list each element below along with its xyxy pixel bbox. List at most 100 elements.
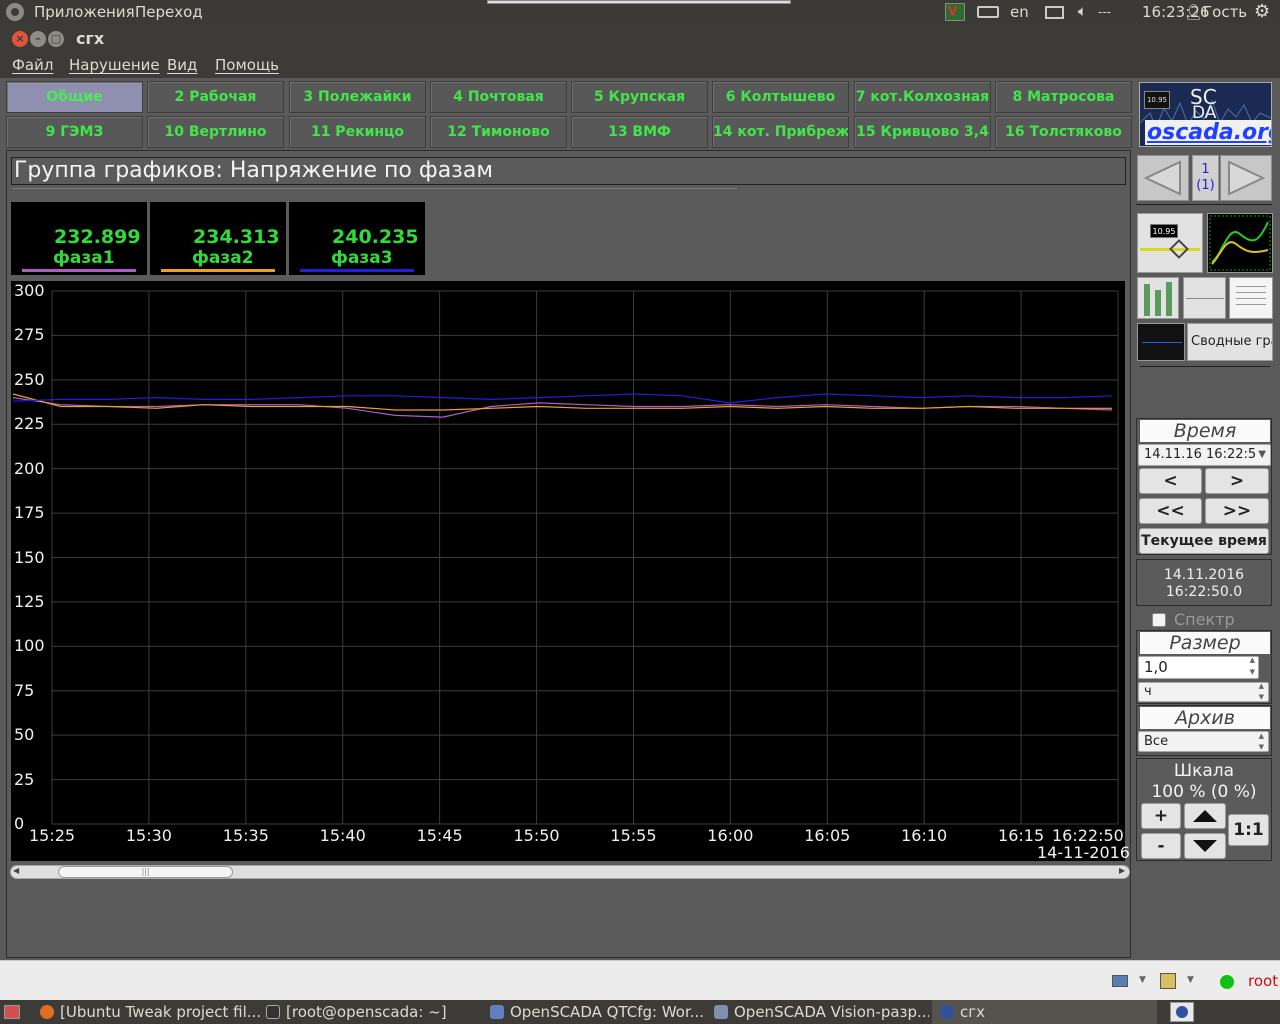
keyboard-icon[interactable]: [977, 6, 999, 18]
spectrum-label: Спектр: [1174, 610, 1235, 629]
scale-up-button[interactable]: [1184, 803, 1226, 829]
document-icon[interactable]: [1160, 973, 1176, 989]
group-title: Группа графиков: Напряжение по фазам: [11, 157, 1126, 185]
spin-arrows-icon[interactable]: ▲ ▼: [1250, 654, 1255, 678]
time-back-button[interactable]: <: [1139, 468, 1202, 494]
select-arrows-icon: ▲ ▼: [1258, 682, 1264, 701]
tab-4-pochtovaya[interactable]: 4 Почтовая: [430, 81, 567, 113]
size-unit-select[interactable]: ч ▲ ▼: [1138, 682, 1269, 702]
phase1-value-box[interactable]: 232.899 фаза1: [11, 202, 147, 275]
tab-15-krivtsovo[interactable]: 15 Кривцово 3,4: [854, 116, 991, 148]
title-underline: [12, 188, 737, 189]
places-menu[interactable]: Переход: [135, 3, 203, 21]
tab-12-timonovo[interactable]: 12 Тимоново: [430, 116, 567, 148]
task-sgh[interactable]: сгх: [932, 1000, 1157, 1024]
vc-tray-icon[interactable]: V: [945, 3, 965, 21]
scrollbar-thumb[interactable]: |||: [58, 866, 233, 878]
show-desktop-icon[interactable]: [4, 1005, 20, 1019]
archive-select[interactable]: Все ▲ ▼: [1138, 731, 1269, 752]
tab-14-pribrezhnaya[interactable]: 14 кот. Прибрежная: [712, 116, 849, 148]
status-indicator-icon: [1220, 975, 1234, 989]
x-tick-label: 15:50: [513, 826, 560, 845]
workspace-switcher-icon[interactable]: [1170, 1002, 1194, 1022]
time-back-fast-button[interactable]: <<: [1139, 498, 1202, 524]
tab-2-rabochaya[interactable]: 2 Рабочая: [147, 81, 284, 113]
scale-reset-button[interactable]: 1:1: [1228, 814, 1269, 846]
close-window-button[interactable]: ×: [12, 31, 28, 47]
tab-11-rekintso[interactable]: 11 Рекинцо: [289, 116, 426, 148]
phase3-color-bar: [300, 269, 414, 272]
applications-menu[interactable]: Приложения: [34, 3, 135, 21]
maximize-icon: □: [50, 32, 62, 45]
document-thumbnail[interactable]: [1229, 277, 1273, 319]
previous-page-button[interactable]: [1137, 155, 1189, 201]
volume-dashes: ---: [1098, 5, 1111, 19]
task-qtcfg[interactable]: OpenSCADA QTCfg: Wor...: [490, 1000, 705, 1024]
minimize-window-button[interactable]: –: [30, 31, 46, 47]
ubuntu-logo-icon[interactable]: [6, 3, 24, 21]
openscada-icon: [490, 1005, 504, 1019]
tab-7-kolkhoznaya[interactable]: 7 кот.Колхозная: [854, 81, 991, 113]
x-tick-label: 15:35: [222, 826, 269, 845]
tab-9-gemz[interactable]: 9 ГЭМЗ: [6, 116, 143, 148]
datetime-input[interactable]: 14.11.16 16:22:5 ▼: [1138, 444, 1271, 466]
phase1-color-bar: [22, 269, 136, 272]
tab-8-matrosova[interactable]: 8 Матросова: [995, 81, 1132, 113]
task-ubuntu-tweak[interactable]: [Ubuntu Tweak project fil...: [40, 1000, 260, 1024]
task-terminal[interactable]: [root@openscada: ~]: [266, 1000, 478, 1024]
tab-3-polezhaiki[interactable]: 3 Полежайки: [289, 81, 426, 113]
next-page-button[interactable]: [1220, 155, 1272, 201]
scale-plus-button[interactable]: +: [1141, 803, 1181, 829]
tab-5-krupskaya[interactable]: 5 Крупская: [571, 81, 708, 113]
time-forward-button[interactable]: >: [1205, 468, 1269, 494]
menu-file[interactable]: Файл: [12, 56, 53, 74]
time-header: Время: [1140, 420, 1270, 442]
mail-icon[interactable]: [1045, 6, 1064, 19]
trend-thumbnail[interactable]: [1207, 213, 1273, 273]
mnemo-thumbnail[interactable]: 10.95: [1137, 213, 1203, 273]
status-user[interactable]: root: [1248, 972, 1278, 990]
spectrum-checkbox[interactable]: [1152, 613, 1166, 627]
status-bar: ▼ ▼ root: [0, 960, 1280, 1000]
settings-gear-icon[interactable]: ⚙: [1254, 1, 1270, 22]
thumb-meter-value: 10.95: [1150, 224, 1178, 238]
phase3-value-box[interactable]: 240.235 фаза3: [289, 202, 425, 275]
display-time: 16:22:50.0: [1165, 584, 1243, 600]
menu-violation[interactable]: Нарушение: [69, 56, 160, 74]
phase2-value-box[interactable]: 234.313 фаза2: [150, 202, 286, 275]
user-name[interactable]: Гость: [1203, 3, 1247, 21]
scroll-right-icon[interactable]: ▶: [1119, 866, 1125, 875]
tab-10-vertlino[interactable]: 10 Вертлино: [147, 116, 284, 148]
tab-6-koltyshevo[interactable]: 6 Колтышево: [712, 81, 849, 113]
print-dropdown-icon[interactable]: ▼: [1139, 975, 1146, 985]
summary-charts-label: Сводные графики: [1191, 334, 1272, 349]
scale-minus-button[interactable]: -: [1141, 833, 1181, 859]
tab-16-tolstyakovo[interactable]: 16 Толстяково: [995, 116, 1132, 148]
menu-view[interactable]: Вид: [167, 56, 197, 74]
print-icon[interactable]: [1112, 975, 1128, 987]
size-value-spinbox[interactable]: 1,0 ▲ ▼: [1138, 656, 1259, 679]
bars-thumbnail[interactable]: [1137, 277, 1179, 319]
summary-charts-button[interactable]: Сводные графики: [1187, 323, 1273, 361]
current-time-button[interactable]: Текущее время: [1139, 528, 1269, 554]
menu-help[interactable]: Помощь: [215, 56, 279, 74]
time-forward-fast-button[interactable]: >>: [1205, 498, 1269, 524]
dropdown-arrow-icon[interactable]: ▼: [1258, 445, 1266, 465]
keyboard-layout[interactable]: en: [1010, 3, 1029, 21]
voltage-chart[interactable]: [11, 281, 1125, 861]
maximize-window-button[interactable]: □: [48, 31, 64, 47]
summary-chart-thumbnail[interactable]: [1137, 323, 1185, 361]
scale-down-button[interactable]: [1184, 833, 1226, 859]
document-dropdown-icon[interactable]: ▼: [1187, 975, 1194, 985]
task-vision-dev[interactable]: OpenSCADA Vision-разр...: [714, 1000, 929, 1024]
user-icon[interactable]: 👤︎: [1184, 3, 1203, 21]
x-tick-label: 16:10: [901, 826, 948, 845]
tab-13-vmf[interactable]: 13 ВМФ: [571, 116, 708, 148]
volume-icon[interactable]: 🔈︎: [1078, 2, 1087, 20]
tab-general[interactable]: Общие: [6, 81, 143, 113]
scroll-left-icon[interactable]: ◀: [13, 866, 19, 875]
firefox-icon: [40, 1005, 54, 1019]
top-panel: Приложения Переход V en 🔈︎ --- 16:23:26 …: [0, 0, 1280, 24]
valve-icon: [1169, 239, 1189, 259]
table-thumbnail[interactable]: [1183, 277, 1226, 319]
